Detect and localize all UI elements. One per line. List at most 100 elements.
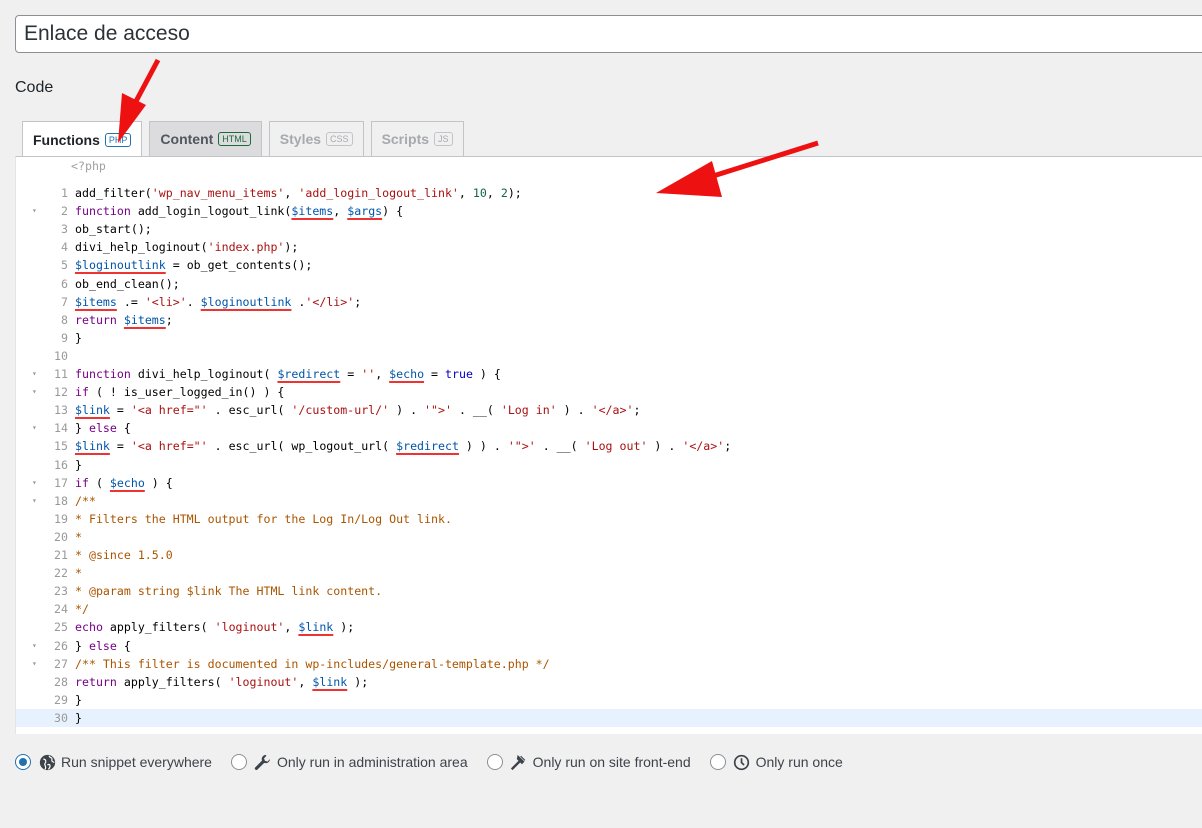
code-line[interactable]: ▾ 26} else { bbox=[16, 637, 1202, 655]
line-number: 19 bbox=[54, 511, 68, 526]
code-line[interactable]: 9} bbox=[16, 329, 1202, 347]
code-text: } bbox=[75, 457, 82, 472]
tab-scripts[interactable]: Scripts JS bbox=[370, 121, 464, 156]
code-line[interactable]: 24 */ bbox=[16, 600, 1202, 618]
line-number: 8 bbox=[61, 312, 68, 327]
php-open-tag: <?php bbox=[71, 159, 106, 173]
line-number: 23 bbox=[54, 584, 68, 599]
line-number: 30 bbox=[54, 710, 68, 725]
scope-once-label: Only run once bbox=[755, 754, 843, 770]
scope-option-everywhere[interactable]: Run snippet everywhere bbox=[15, 753, 212, 771]
code-line[interactable]: 29} bbox=[16, 691, 1202, 709]
code-editor[interactable]: <?php 1 add_filter('wp_nav_menu_items', '… bbox=[15, 156, 1202, 734]
code-text: $link = '<a href="' . esc_url( '/custom-… bbox=[75, 403, 641, 418]
code-line[interactable]: 21 * @since 1.5.0 bbox=[16, 546, 1202, 564]
globe-icon bbox=[38, 753, 56, 771]
code-text: } else { bbox=[75, 421, 131, 436]
code-text: divi_help_loginout('index.php'); bbox=[75, 240, 299, 255]
line-number: 21 bbox=[54, 548, 68, 562]
line-number: 27 bbox=[54, 656, 68, 671]
code-text: function divi_help_loginout( $redirect =… bbox=[75, 367, 501, 381]
line-number: 11 bbox=[54, 367, 68, 381]
code-line[interactable]: ▾ 14} else { bbox=[16, 419, 1202, 437]
code-text: /** bbox=[75, 493, 96, 508]
scope-once-radio[interactable] bbox=[709, 754, 726, 770]
code-text: add_filter('wp_nav_menu_items', 'add_log… bbox=[75, 186, 522, 200]
code-text: } else { bbox=[75, 638, 131, 653]
wrench-icon bbox=[254, 753, 272, 771]
css-badge: CSS bbox=[326, 132, 353, 146]
code-text: * @since 1.5.0 bbox=[75, 548, 173, 562]
code-line[interactable]: 4 divi_help_loginout('index.php'); bbox=[16, 238, 1202, 256]
line-number: 25 bbox=[54, 620, 68, 635]
line-number: 1 bbox=[61, 186, 68, 200]
code-line[interactable]: ▾ 17 if ( $echo ) { bbox=[16, 474, 1202, 492]
code-text: echo apply_filters( 'loginout', $link ); bbox=[75, 620, 355, 635]
scope-admin-label: Only run in administration area bbox=[276, 754, 468, 770]
run-scope-options: Run snippet everywhere Only run in admin… bbox=[15, 750, 862, 774]
code-text: ob_end_clean(); bbox=[75, 276, 180, 291]
line-number: 18 bbox=[54, 493, 68, 508]
line-number: 14 bbox=[54, 421, 68, 436]
snippet-title-input[interactable] bbox=[15, 15, 1202, 53]
code-text: * Filters the HTML output for the Log In… bbox=[75, 511, 452, 526]
scope-frontend-radio[interactable] bbox=[486, 754, 503, 770]
code-line[interactable]: 8 return $items; bbox=[16, 311, 1202, 329]
code-text: ob_start(); bbox=[75, 222, 152, 237]
hammer-icon bbox=[510, 753, 528, 771]
code-line[interactable]: 10 bbox=[16, 347, 1202, 365]
code-line[interactable]: 20 * bbox=[16, 528, 1202, 546]
code-line[interactable]: 16} bbox=[16, 456, 1202, 474]
line-number: 28 bbox=[54, 674, 68, 689]
code-line[interactable]: 25 echo apply_filters( 'loginout', $link … bbox=[16, 618, 1202, 636]
clock-icon bbox=[733, 753, 751, 771]
tab-styles[interactable]: Styles CSS bbox=[268, 121, 364, 156]
scope-option-once[interactable]: Only run once bbox=[709, 753, 843, 771]
code-line[interactable]: 22 * bbox=[16, 564, 1202, 582]
code-type-tabs: Functions PHP Content HTML Styles CSS Sc… bbox=[22, 121, 464, 157]
line-number: 24 bbox=[54, 602, 68, 617]
code-line[interactable]: 30} bbox=[16, 708, 1202, 727]
line-number: 9 bbox=[61, 330, 68, 345]
code-line[interactable]: ▾ 2 function add_login_logout_link($items,… bbox=[16, 202, 1202, 220]
line-number: 4 bbox=[61, 240, 68, 255]
code-line[interactable]: 5 $loginoutlink = ob_get_contents(); bbox=[16, 256, 1202, 274]
code-line[interactable]: 19 * Filters the HTML output for the Log … bbox=[16, 510, 1202, 528]
line-number: 15 bbox=[54, 439, 68, 454]
code-text: } bbox=[75, 710, 82, 725]
line-number: 16 bbox=[54, 457, 68, 472]
tab-scripts-label: Scripts bbox=[381, 131, 430, 147]
code-line[interactable]: 6 ob_end_clean(); bbox=[16, 275, 1202, 293]
code-line[interactable]: ▾ 27/** This filter is documented in wp-i… bbox=[16, 655, 1202, 673]
scope-option-frontend[interactable]: Only run on site front-end bbox=[486, 753, 691, 771]
code-text: */ bbox=[75, 602, 89, 617]
code-line[interactable]: 1 add_filter('wp_nav_menu_items', 'add_lo… bbox=[16, 184, 1202, 202]
line-number: 20 bbox=[54, 529, 68, 544]
code-line[interactable]: 3 ob_start(); bbox=[16, 220, 1202, 238]
code-text: /** This filter is documented in wp-incl… bbox=[75, 656, 550, 671]
scope-option-admin[interactable]: Only run in administration area bbox=[230, 753, 468, 771]
code-line[interactable]: 23 * @param string $link The HTML link co… bbox=[16, 582, 1202, 600]
code-line[interactable]: ▾ 18/** bbox=[16, 492, 1202, 510]
annotation-arrow-functions bbox=[118, 58, 161, 143]
line-number: 29 bbox=[54, 692, 68, 707]
code-text: return apply_filters( 'loginout', $link … bbox=[75, 674, 369, 689]
scope-admin-radio[interactable] bbox=[230, 754, 247, 770]
code-line[interactable]: ▾ 12 if ( ! is_user_logged_in() ) { bbox=[16, 383, 1202, 401]
code-text: return $items; bbox=[75, 312, 173, 327]
code-text: $items .= '<li>'. $loginoutlink .'</li>'… bbox=[75, 294, 362, 309]
code-text: * bbox=[75, 529, 82, 544]
line-number: 26 bbox=[54, 638, 68, 653]
js-badge: JS bbox=[434, 132, 453, 146]
code-text: * bbox=[75, 566, 82, 581]
code-text: } bbox=[75, 692, 82, 707]
code-line[interactable]: 15 $link = '<a href="' . esc_url( wp_logo… bbox=[16, 437, 1202, 455]
scope-everywhere-radio[interactable] bbox=[15, 754, 31, 770]
line-number: 3 bbox=[61, 222, 68, 237]
code-line[interactable]: 13 $link = '<a href="' . esc_url( '/custo… bbox=[16, 401, 1202, 419]
code-line[interactable]: ▾ 11 function divi_help_loginout( $redirec… bbox=[16, 365, 1202, 383]
code-line[interactable]: 28 return apply_filters( 'loginout', $lin… bbox=[16, 673, 1202, 691]
code-text: function add_login_logout_link($items, $… bbox=[75, 204, 404, 219]
scope-frontend-label: Only run on site front-end bbox=[532, 754, 691, 770]
code-line[interactable]: 7 $items .= '<li>'. $loginoutlink .'</li>… bbox=[16, 293, 1202, 311]
